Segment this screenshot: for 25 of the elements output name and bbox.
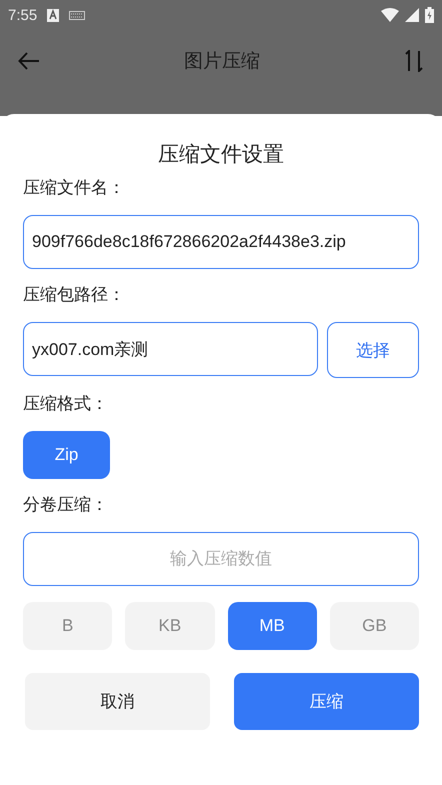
status-time: 7:55 (8, 6, 38, 24)
keyboard-icon (69, 10, 86, 20)
field-label: 压缩格式： (23, 393, 109, 415)
sheet-title: 压缩文件设置 (157, 142, 285, 168)
keyboard-a-icon (47, 8, 60, 22)
choose-button[interactable]: 选择 (327, 322, 419, 378)
unit-option[interactable]: B (23, 602, 112, 650)
compress-button[interactable]: 压缩 (234, 673, 419, 730)
back-icon[interactable] (18, 52, 40, 70)
unit-option[interactable]: KB (125, 602, 214, 650)
field-label: 分卷压缩： (23, 494, 109, 516)
battery-icon (425, 7, 434, 23)
signal-icon (405, 8, 419, 22)
wifi-icon (381, 8, 399, 22)
path-field[interactable]: yx007.com亲测 (23, 322, 318, 376)
cancel-button[interactable]: 取消 (25, 673, 210, 730)
field-label: 压缩文件名： (23, 177, 126, 199)
split-size-field[interactable]: 输入压缩数值 (23, 532, 419, 586)
unit-option[interactable]: GB (330, 602, 419, 650)
page-title: 图片压缩 (183, 50, 261, 74)
field-label: 压缩包路径： (23, 284, 126, 306)
format-option[interactable]: Zip (23, 431, 110, 479)
file-name-field[interactable]: 909f766de8c18f672866202a2f4438e3.zip (23, 215, 419, 269)
sort-icon[interactable] (404, 50, 424, 72)
unit-option[interactable]: MB (228, 602, 317, 650)
